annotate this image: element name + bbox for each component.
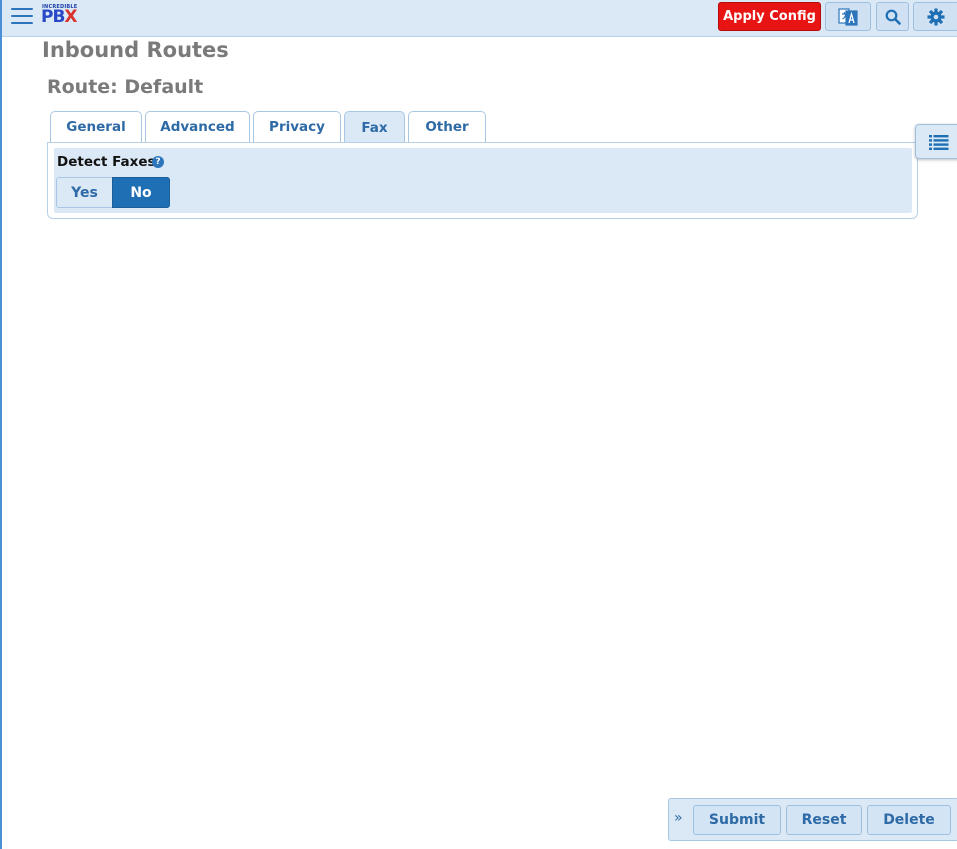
delete-button[interactable]: Delete (867, 805, 951, 835)
top-navbar: INCREDIBLE PBX Apply Config (2, 0, 957, 37)
list-icon (929, 134, 949, 150)
page-title: Inbound Routes (42, 38, 229, 62)
detect-faxes-no-button[interactable]: No (112, 177, 170, 208)
fax-tab-panel: Detect Faxes ? Yes No (47, 142, 918, 219)
search-button[interactable] (876, 2, 909, 31)
tab-advanced[interactable]: Advanced (145, 111, 250, 142)
translate-button[interactable] (825, 2, 871, 31)
incredible-pbx-logo[interactable]: INCREDIBLE PBX (41, 4, 81, 28)
reset-button[interactable]: Reset (786, 805, 862, 835)
settings-button[interactable] (913, 2, 957, 31)
search-icon (885, 9, 901, 25)
gear-icon (927, 8, 945, 25)
collapse-action-bar-icon[interactable]: » (674, 810, 683, 826)
logo-main-text: PBX (41, 7, 78, 27)
action-bar: » Submit Reset Delete (668, 798, 957, 841)
tab-general[interactable]: General (50, 111, 142, 142)
floating-list-button[interactable] (915, 124, 957, 159)
detect-faxes-row: Detect Faxes ? Yes No (54, 148, 912, 213)
submit-button[interactable]: Submit (693, 805, 781, 835)
tab-privacy[interactable]: Privacy (253, 111, 341, 142)
tab-fax[interactable]: Fax (344, 111, 405, 144)
hamburger-menu-icon[interactable] (11, 8, 33, 26)
apply-config-button[interactable]: Apply Config (718, 2, 821, 31)
detect-faxes-yes-button[interactable]: Yes (56, 177, 113, 208)
translate-icon (838, 7, 858, 26)
help-icon[interactable]: ? (152, 156, 164, 168)
tab-other[interactable]: Other (408, 111, 486, 142)
detect-faxes-label: Detect Faxes (57, 154, 156, 170)
route-title: Route: Default (47, 76, 204, 98)
